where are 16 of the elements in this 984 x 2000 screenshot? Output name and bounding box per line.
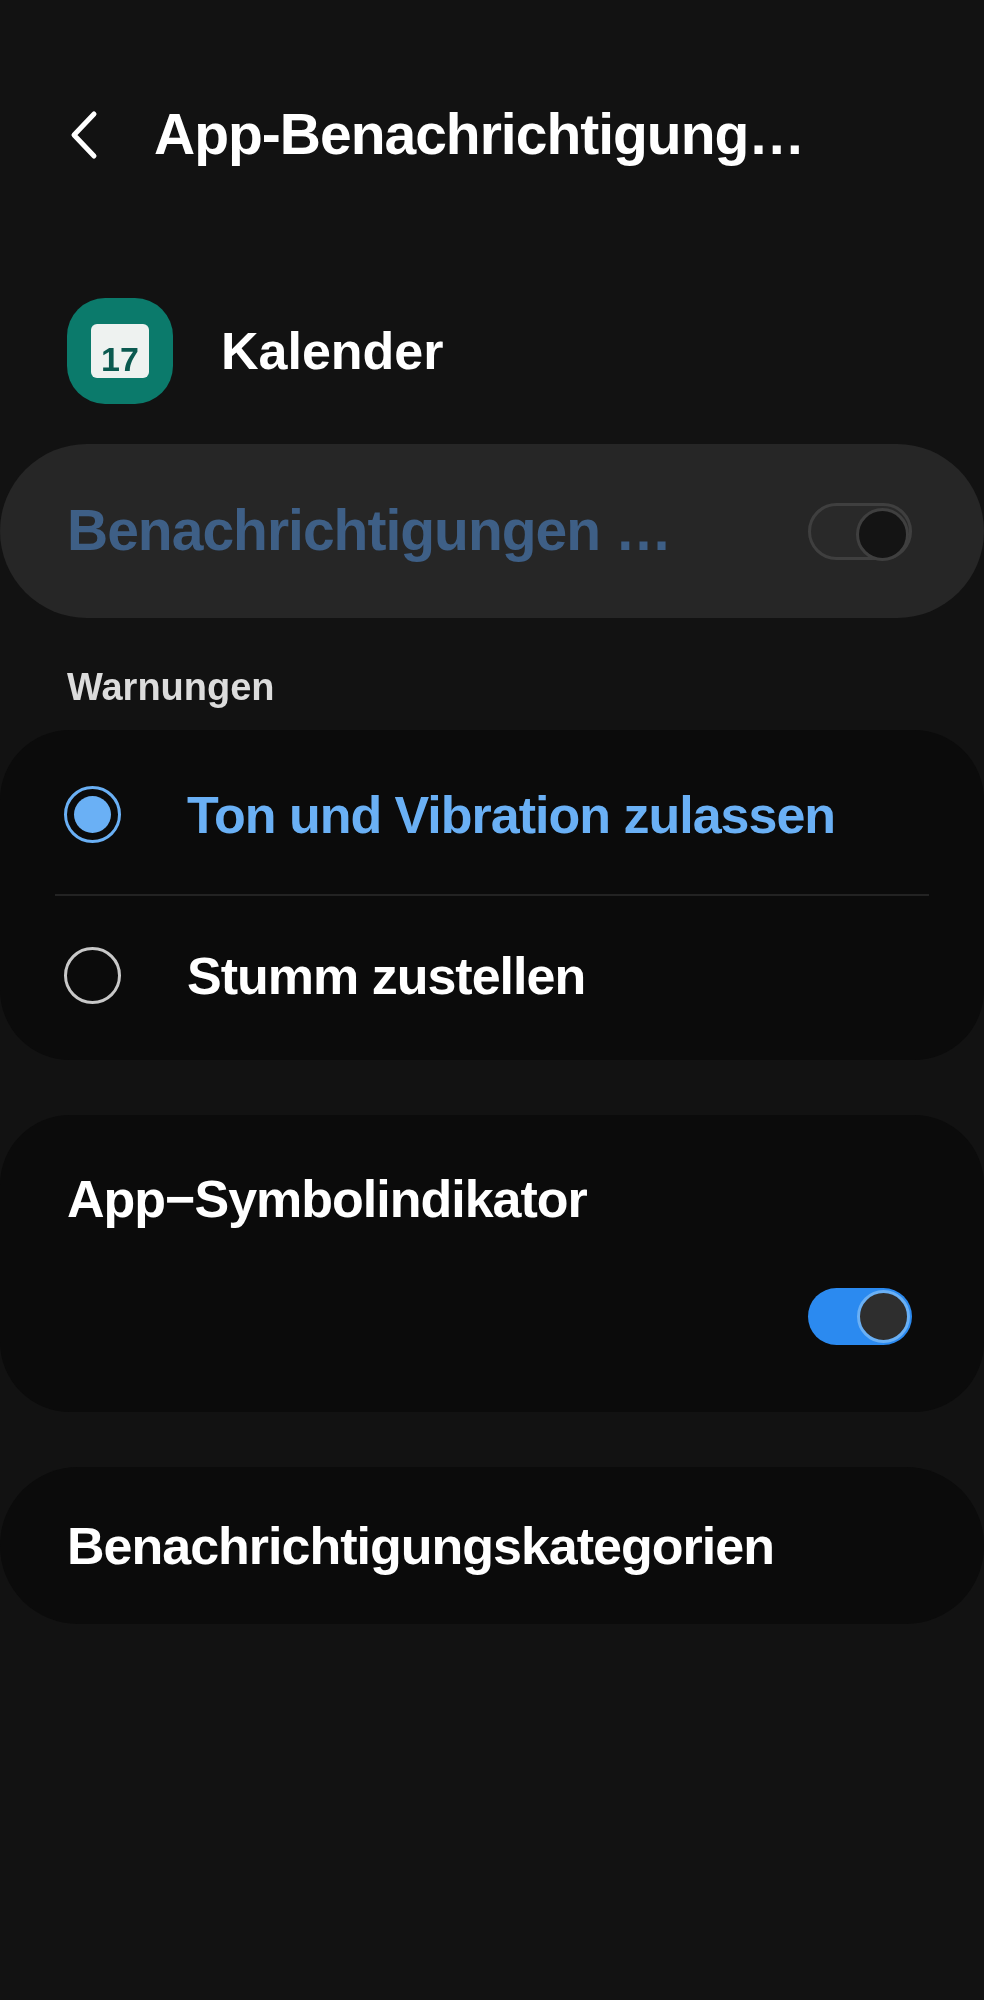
setting-label: App−Symbolindikator bbox=[67, 1169, 587, 1230]
toggle-switch[interactable] bbox=[808, 1288, 912, 1345]
badge-setting-card[interactable]: App−Symbolindikator bbox=[0, 1115, 984, 1412]
radio-button[interactable] bbox=[64, 786, 121, 843]
section-heading: Warnungen bbox=[66, 665, 275, 710]
app-name: Kalender bbox=[221, 321, 444, 382]
option-label: Stumm zustellen bbox=[187, 945, 586, 1007]
page-title: App-Benachrichtigung… bbox=[154, 101, 805, 169]
setting-label: Benachrichtigungskategorien bbox=[67, 1515, 774, 1577]
categories-row[interactable]: Benachrichtigungskategorien bbox=[0, 1467, 984, 1624]
calendar-date: 17 bbox=[101, 342, 139, 376]
radio-button[interactable] bbox=[64, 947, 121, 1004]
radio-option[interactable]: Ton und Vibration zulassen bbox=[0, 735, 984, 894]
radio-option[interactable]: Stumm zustellen bbox=[0, 896, 984, 1055]
setting-label: Benachrichtigungen … bbox=[67, 497, 671, 565]
option-label: Ton und Vibration zulassen bbox=[187, 784, 836, 846]
